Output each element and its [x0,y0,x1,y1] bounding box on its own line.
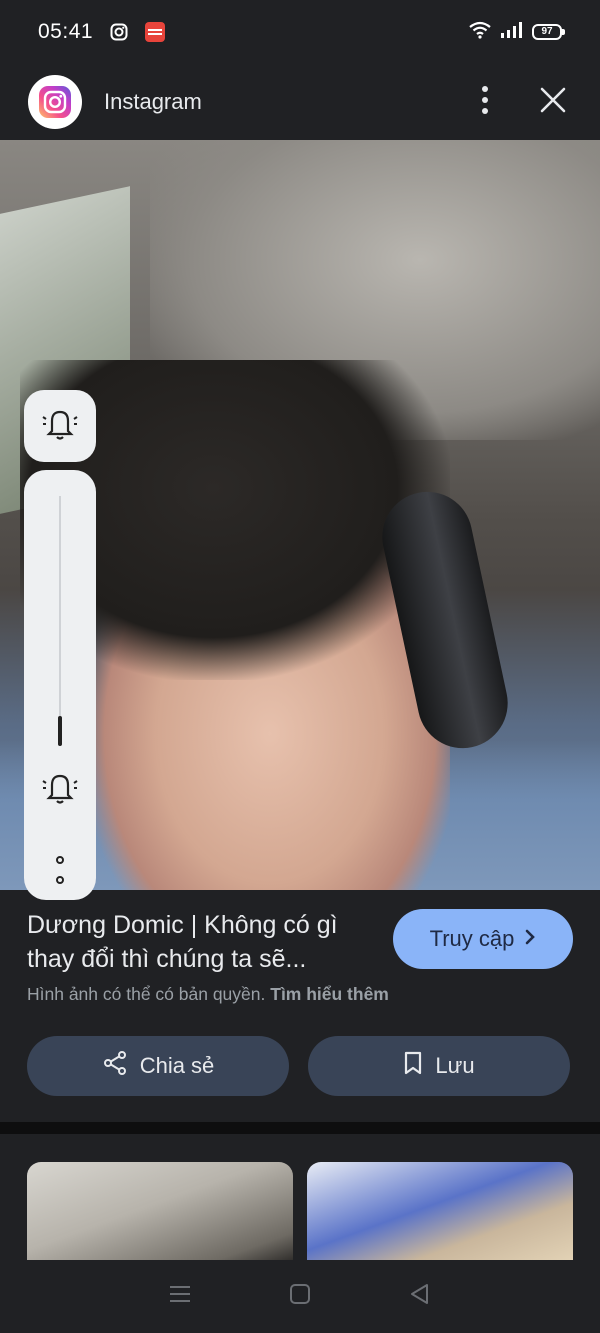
bell-icon [40,407,80,446]
signal-icon [500,21,524,44]
share-button[interactable]: Chia sẻ [27,1036,289,1096]
home-icon[interactable] [289,1283,311,1310]
wifi-icon [468,21,492,44]
status-bar: 05:41 97 [0,0,600,64]
instagram-logo-icon [28,75,82,129]
status-time: 05:41 [38,20,94,43]
result-title[interactable]: Dương Domic | Không có gì thay đổi thì c… [27,908,377,976]
learn-more-link[interactable]: Tìm hiểu thêm [270,984,389,1004]
status-indicators: 97 [468,21,565,44]
visit-label: Truy cập [429,926,515,951]
header: Instagram [0,64,600,140]
bell-icon[interactable] [40,768,80,808]
manga-toon-icon [145,22,166,42]
battery-icon: 97 [532,24,565,40]
volume-slider[interactable] [59,496,61,746]
back-icon[interactable] [409,1283,431,1310]
close-icon[interactable] [540,87,566,118]
related-image-thumbnail[interactable] [307,1162,573,1262]
volume-level-indicator[interactable] [58,716,62,746]
share-icon [102,1050,128,1082]
volume-panel [24,470,96,900]
related-image-thumbnail[interactable] [27,1162,293,1262]
ringer-mode-button[interactable] [24,390,96,462]
more-icon[interactable] [50,856,70,884]
visit-button[interactable]: Truy cập [393,909,573,969]
section-divider [0,1122,600,1134]
more-vertical-icon[interactable] [480,85,490,120]
app-title: Instagram [104,89,202,114]
instagram-icon [109,22,129,42]
copyright-text: Hình ảnh có thể có bản quyền. [27,984,266,1004]
chevron-right-icon [524,926,536,952]
bookmark-icon [403,1051,423,1081]
save-label: Lưu [435,1053,475,1078]
share-label: Chia sẻ [139,1053,215,1078]
system-navigation-bar [0,1260,600,1333]
copyright-notice: Hình ảnh có thể có bản quyền. Tìm hiểu t… [27,984,389,1005]
save-button[interactable]: Lưu [308,1036,570,1096]
menu-icon[interactable] [169,1285,191,1308]
